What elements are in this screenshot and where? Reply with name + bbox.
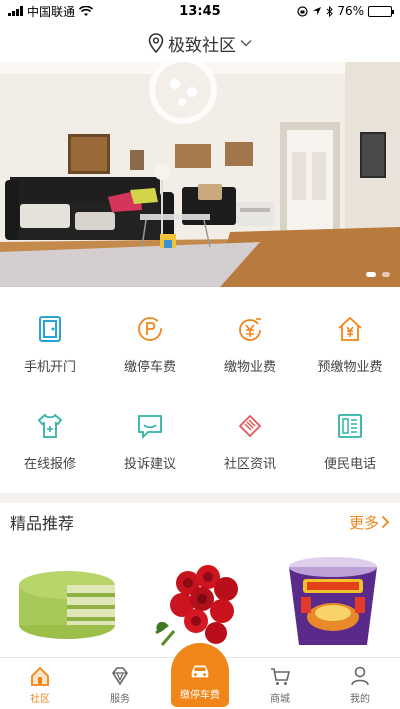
signal-icon xyxy=(8,6,23,16)
service-online-repair[interactable]: 在线报修 xyxy=(0,395,100,492)
tab-parking-fee[interactable]: 缴停车费 xyxy=(160,643,240,709)
location-arrow-icon xyxy=(313,7,322,15)
door-icon xyxy=(35,314,65,344)
wifi-icon xyxy=(79,5,94,16)
bluetooth-icon xyxy=(326,5,334,17)
tab-community[interactable]: 社区 xyxy=(0,658,80,709)
service-label: 缴停车费 xyxy=(123,360,176,375)
location-name: 极致社区 xyxy=(168,35,236,56)
matcha-cake-image xyxy=(18,571,115,639)
banner-carousel[interactable] xyxy=(0,62,400,287)
service-label: 社区资讯 xyxy=(223,457,276,472)
parking-fee-bubble[interactable]: 缴停车费 xyxy=(171,643,229,707)
status-time: 13:45 xyxy=(179,3,221,19)
featured-header: 精品推荐 更多 xyxy=(0,503,400,541)
service-label: 投诉建议 xyxy=(123,457,176,472)
product-card-1[interactable] xyxy=(7,549,127,657)
diamond-icon xyxy=(109,665,131,687)
person-icon xyxy=(349,665,371,687)
status-bar: 中国联通 13:45 76% xyxy=(0,0,400,22)
service-label: 在线报修 xyxy=(23,457,76,472)
tab-label: 社区 xyxy=(30,694,50,705)
property-fee-icon xyxy=(235,314,265,344)
service-prepay-property-fee[interactable]: 预缴物业费 xyxy=(300,298,400,395)
carousel-dot-2[interactable] xyxy=(382,272,390,277)
section-divider xyxy=(0,493,400,503)
house-coin-icon xyxy=(335,314,365,344)
news-icon xyxy=(235,411,265,441)
service-parking-fee[interactable]: 缴停车费 xyxy=(100,298,200,395)
service-label: 预缴物业费 xyxy=(317,360,383,375)
bottom-tab-bar: 社区 服务 缴停车费 商城 我的 xyxy=(0,643,400,709)
status-left: 中国联通 xyxy=(8,3,158,20)
tab-label: 商城 xyxy=(270,694,290,705)
service-grid: 手机开门 缴停车费 缴物业费 预缴物业费 在线报修 投诉建议 社区资讯 便民电话 xyxy=(0,298,400,492)
service-complaints[interactable]: 投诉建议 xyxy=(100,395,200,492)
tab-mall[interactable]: 商城 xyxy=(240,658,320,709)
battery-icon xyxy=(368,5,394,17)
service-label: 手机开门 xyxy=(23,360,76,375)
car-icon xyxy=(189,660,211,682)
status-right: 76% xyxy=(242,4,394,18)
service-label: 便民电话 xyxy=(323,457,376,472)
more-label: 更多 xyxy=(348,513,379,532)
more-link[interactable]: 更多 xyxy=(349,512,390,533)
tab-label: 服务 xyxy=(110,694,130,705)
tab-mine[interactable]: 我的 xyxy=(320,658,400,709)
featured-products xyxy=(0,545,400,657)
tab-label: 我的 xyxy=(350,694,370,705)
service-mobile-unlock[interactable]: 手机开门 xyxy=(0,298,100,395)
tab-services[interactable]: 服务 xyxy=(80,658,160,709)
product-card-3[interactable] xyxy=(273,549,393,657)
service-label: 缴物业费 xyxy=(223,360,276,375)
carrier-label: 中国联通 xyxy=(27,4,76,19)
orientation-lock-icon xyxy=(297,5,308,17)
carousel-indicators xyxy=(366,272,390,277)
featured-title: 精品推荐 xyxy=(10,514,75,533)
tab-label: 缴停车费 xyxy=(180,690,220,701)
chevron-down-icon xyxy=(240,40,252,47)
chevron-right-icon xyxy=(381,515,390,529)
chat-icon xyxy=(135,411,165,441)
instant-noodle-cup-image xyxy=(289,557,378,645)
cart-icon xyxy=(269,665,291,687)
rose-bouquet-image xyxy=(155,565,238,646)
product-card-2[interactable] xyxy=(140,549,260,657)
battery-percent: 76% xyxy=(337,4,364,18)
service-community-news[interactable]: 社区资讯 xyxy=(200,395,300,492)
service-property-fee[interactable]: 缴物业费 xyxy=(200,298,300,395)
carousel-dot-1[interactable] xyxy=(366,272,376,277)
location-pin-icon xyxy=(148,33,164,53)
location-selector[interactable]: 极致社区 xyxy=(0,24,400,62)
community-home-icon xyxy=(29,665,51,687)
parking-coin-icon xyxy=(135,314,165,344)
service-convenience-phone[interactable]: 便民电话 xyxy=(300,395,400,492)
phone-icon xyxy=(335,411,365,441)
living-room-banner-image xyxy=(0,62,400,287)
repair-shirt-icon xyxy=(35,411,65,441)
